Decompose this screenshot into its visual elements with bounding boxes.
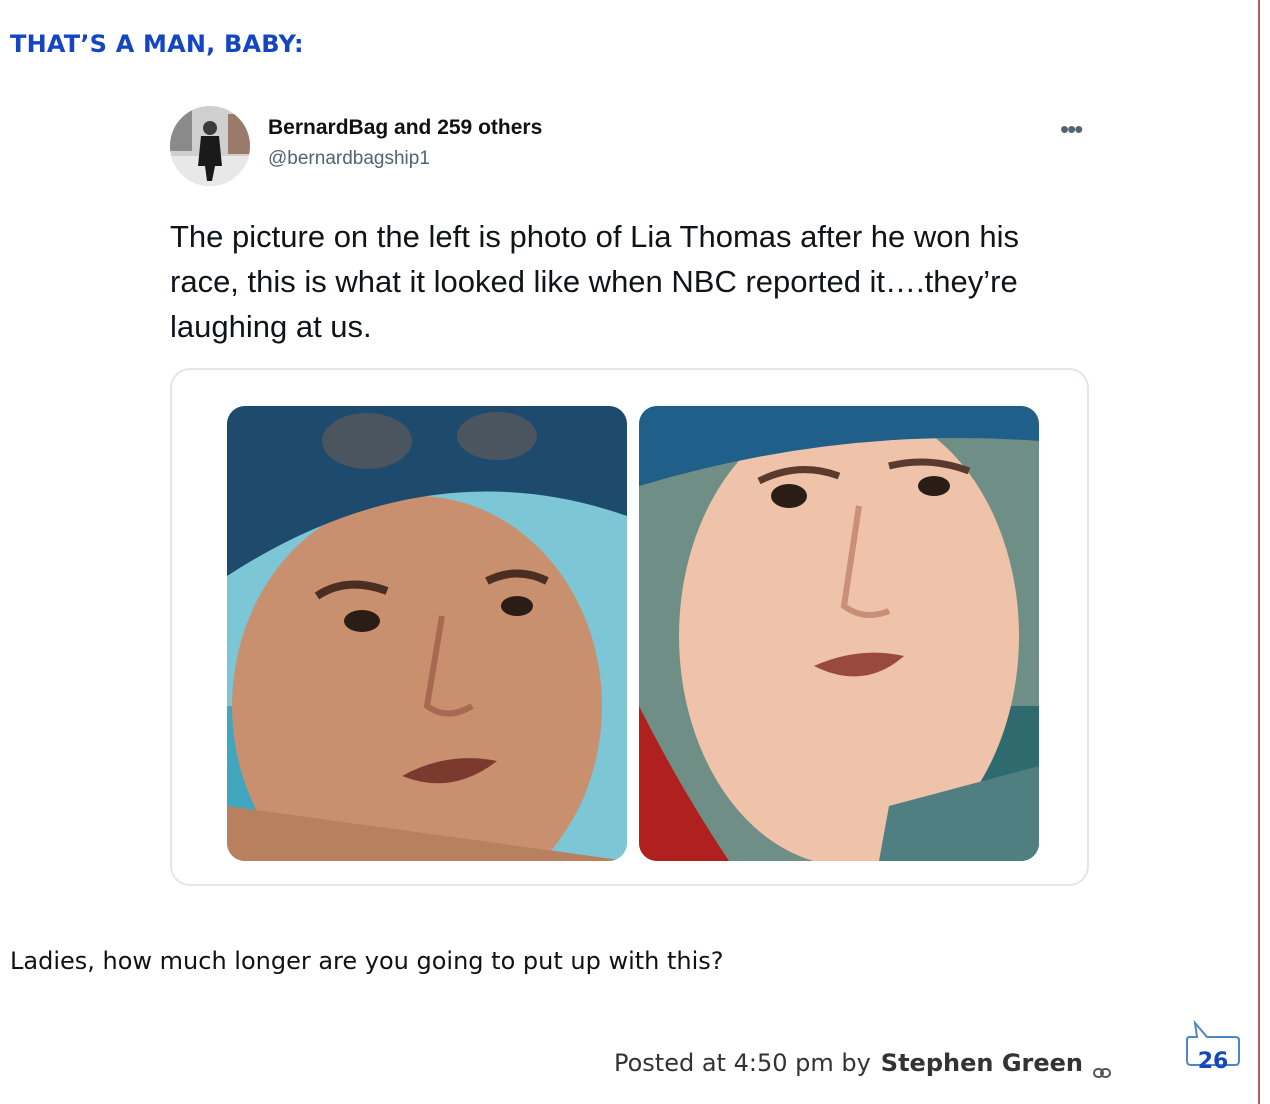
- post-footer: Posted at 4:50 pm by Stephen Green: [614, 1045, 1111, 1081]
- permalink-icon[interactable]: [1093, 1057, 1111, 1078]
- right-border-rule: [1258, 0, 1260, 1104]
- swimmer-photo-left[interactable]: [227, 406, 627, 861]
- tweet-media-card[interactable]: [170, 368, 1089, 886]
- post-body-text: Ladies, how much longer are you going to…: [10, 947, 724, 975]
- comment-count[interactable]: 26: [1187, 1049, 1239, 1074]
- more-options-icon[interactable]: •••: [1060, 114, 1083, 145]
- tweet-text: The picture on the left is photo of Lia …: [170, 219, 1019, 344]
- tweet-handle[interactable]: @bernardbagship1: [268, 148, 430, 170]
- swimmer-photo-right-image: [639, 406, 1039, 861]
- tweet-display-name[interactable]: BernardBag and 259 others: [268, 116, 542, 140]
- post-title[interactable]: THAT’S A MAN, BABY:: [10, 30, 304, 58]
- swimmer-photo-right[interactable]: [639, 406, 1039, 861]
- posted-at-label: Posted at 4:50 pm by: [614, 1049, 871, 1077]
- comments-link[interactable]: 26: [1183, 1019, 1243, 1079]
- photo-divider: [628, 406, 639, 861]
- author-link[interactable]: Stephen Green: [881, 1049, 1083, 1077]
- avatar[interactable]: [170, 106, 250, 186]
- avatar-photo: [170, 106, 250, 186]
- swimmer-photo-left-image: [227, 406, 627, 861]
- tweet-embed[interactable]: BernardBag and 259 others @bernardbagshi…: [170, 90, 1100, 910]
